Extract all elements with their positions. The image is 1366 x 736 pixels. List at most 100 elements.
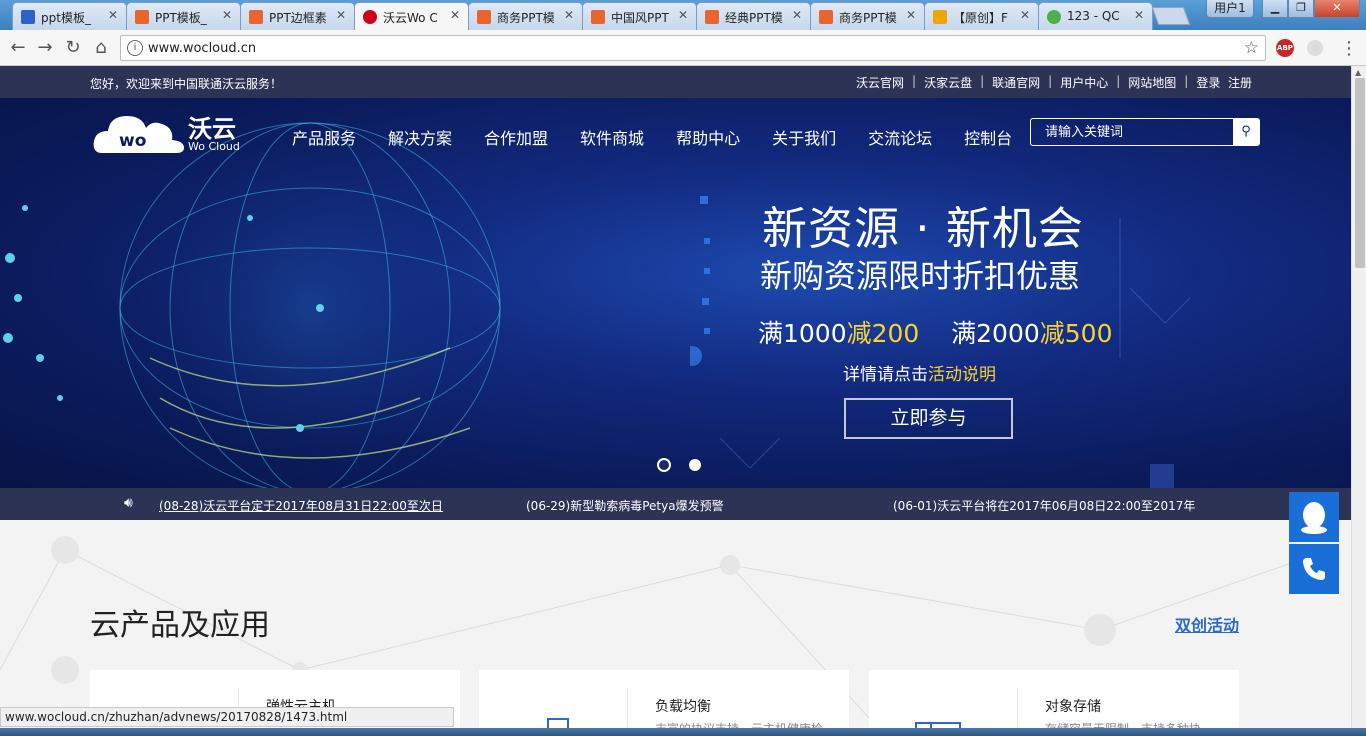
address-url[interactable]: www.wocloud.cn — [148, 41, 256, 56]
tab-title: 沃云Wo C — [383, 11, 438, 25]
news-item[interactable]: (06-01)沃云平台将在2017年06月08日22:00至2017年 — [893, 497, 1195, 514]
browser-tab[interactable]: 123 - QC ✕ — [1038, 2, 1153, 30]
maximize-button[interactable]: ❐ — [1288, 0, 1314, 18]
nav-item-products[interactable]: 产品服务 — [292, 125, 356, 149]
tab-favicon-icon — [363, 10, 377, 24]
tab-close-icon[interactable]: ✕ — [222, 8, 232, 22]
browser-tab-active[interactable]: 沃云Wo C ✕ — [354, 2, 469, 30]
news-item[interactable]: (06-29)新型勒索病毒Petya爆发预警 — [526, 497, 724, 514]
tab-favicon-icon — [933, 10, 947, 24]
browser-tab[interactable]: 经典PPT模 ✕ — [696, 2, 811, 30]
tab-title: PPT边框素 — [269, 11, 327, 25]
link-separator: | — [1184, 74, 1189, 88]
banner-offers: 满1000减200 满2000减500 — [758, 314, 1112, 350]
banner-detail: 详情请点击活动说明 — [843, 360, 996, 385]
browser-tab[interactable]: 商务PPT模 ✕ — [810, 2, 925, 30]
top-link-login[interactable]: 登录 — [1196, 74, 1220, 91]
logo-en-text: Wo Cloud — [188, 140, 240, 153]
tab-title: 商务PPT模 — [497, 11, 555, 25]
top-link-register[interactable]: 注册 — [1228, 74, 1252, 91]
phone-icon — [1303, 558, 1325, 580]
tab-title: 商务PPT模 — [839, 11, 897, 25]
nav-item-solutions[interactable]: 解决方案 — [388, 125, 452, 149]
browser-tab[interactable]: 商务PPT模 ✕ — [468, 2, 583, 30]
phone-button[interactable] — [1289, 544, 1339, 594]
top-link-user-center[interactable]: 用户中心 — [1060, 74, 1108, 91]
tab-title: 经典PPT模 — [725, 11, 783, 25]
extension-icon[interactable] — [1307, 40, 1323, 56]
tab-favicon-icon — [705, 10, 719, 24]
page-scrollbar[interactable]: ▲ — [1351, 66, 1366, 736]
tab-close-icon[interactable]: ✕ — [906, 8, 916, 22]
nav-item-partners[interactable]: 合作加盟 — [484, 125, 548, 149]
activity-link[interactable]: 活动说明 — [928, 365, 996, 385]
logo-cn-text: 沃云 — [188, 115, 236, 143]
tab-close-icon[interactable]: ✕ — [108, 8, 118, 22]
tab-title: 123 - QC — [1067, 9, 1120, 23]
browser-tab-strip: ppt模板_ ✕ PPT模板_ ✕ PPT边框素 ✕ 沃云Wo C ✕ 商务PPT模 ✕ … — [0, 0, 1366, 30]
adblock-extension-icon[interactable]: ABP — [1276, 39, 1294, 57]
tab-title: PPT模板_ — [155, 11, 207, 25]
qq-chat-button[interactable] — [1289, 492, 1339, 542]
browser-tab[interactable]: 中国风PPT ✕ — [582, 2, 697, 30]
top-link-wojia[interactable]: 沃家云盘 — [924, 74, 972, 91]
tab-close-icon[interactable]: ✕ — [1134, 8, 1144, 22]
speaker-icon: 🔊︎ — [124, 495, 133, 511]
carousel-dot-active[interactable] — [657, 458, 671, 472]
tab-close-icon[interactable]: ✕ — [792, 8, 802, 22]
browser-tab[interactable]: 【原创】F ✕ — [924, 2, 1039, 30]
new-tab-button[interactable] — [1151, 7, 1191, 25]
browser-tab[interactable]: ppt模板_ ✕ — [12, 2, 127, 30]
browser-tab[interactable]: PPT边框素 ✕ — [240, 2, 355, 30]
wocloud-logo[interactable]: wo 沃云 Wo Cloud — [92, 108, 252, 158]
browser-tab[interactable]: PPT模板_ ✕ — [126, 2, 241, 30]
forward-arrow-icon[interactable]: → — [35, 38, 55, 58]
profile-button[interactable]: 用户1 — [1206, 0, 1254, 18]
browser-toolbar: ← → ↻ ⌂ i www.wocloud.cn ☆ ABP ⋮ — [0, 30, 1366, 66]
tab-close-icon[interactable]: ✕ — [450, 8, 460, 22]
bookmark-star-icon[interactable]: ☆ — [1244, 38, 1259, 58]
top-link-unicom[interactable]: 联通官网 — [992, 74, 1040, 91]
info-icon[interactable]: i — [127, 40, 143, 56]
home-icon[interactable]: ⌂ — [91, 38, 111, 58]
search-icon[interactable]: ⚲ — [1233, 119, 1259, 145]
product-card[interactable]: 对象存储 存储容量无限制，支持多种协 — [869, 670, 1239, 736]
cloud-logo-icon: wo — [93, 116, 184, 153]
site-top-strip: 您好，欢迎来到中国联通沃云服务！ 沃云官网 | 沃家云盘 | 联通官网 | 用户中心 |… — [0, 66, 1351, 98]
tab-favicon-icon — [1047, 10, 1061, 24]
banner-headline: 新资源 · 新机会 — [762, 202, 1084, 255]
tab-favicon-icon — [21, 10, 35, 24]
innovation-activity-link[interactable]: 双创活动 — [1175, 612, 1239, 636]
scroll-up-arrow-icon[interactable]: ▲ — [1355, 68, 1361, 77]
section-title: 云产品及应用 — [90, 608, 270, 643]
tab-close-icon[interactable]: ✕ — [1020, 8, 1030, 22]
offer1-prefix: 满1000 — [758, 319, 847, 348]
hero-banner[interactable]: wo 沃云 Wo Cloud 产品服务 解决方案 合作加盟 软件商城 帮助中心 … — [0, 98, 1351, 488]
tab-favicon-icon — [477, 10, 491, 24]
address-bar[interactable]: i www.wocloud.cn ☆ — [120, 35, 1266, 61]
link-separator: | — [912, 74, 917, 88]
minimize-button[interactable]: ▁ — [1262, 0, 1288, 18]
back-arrow-icon[interactable]: ← — [8, 38, 28, 58]
offer2-discount: 减500 — [1039, 319, 1113, 348]
tab-close-icon[interactable]: ✕ — [678, 8, 688, 22]
top-link-wocloud[interactable]: 沃云官网 — [856, 74, 904, 91]
link-separator: | — [1116, 74, 1121, 88]
banner-subline: 新购资源限时折扣优惠 — [760, 257, 1081, 295]
top-link-sitemap[interactable]: 网站地图 — [1128, 74, 1176, 91]
news-item[interactable]: (08-28)沃云平台定于2017年08月31日22:00至次日 — [159, 497, 443, 514]
browser-menu-icon[interactable]: ⋮ — [1340, 38, 1358, 59]
carousel-dot[interactable] — [689, 459, 701, 471]
scroll-thumb[interactable] — [1355, 78, 1365, 268]
tab-title: 【原创】F — [953, 11, 1008, 25]
reload-icon[interactable]: ↻ — [63, 38, 83, 58]
tab-close-icon[interactable]: ✕ — [336, 8, 346, 22]
link-separator: | — [980, 74, 985, 88]
join-now-button[interactable]: 立即参与 — [844, 398, 1013, 439]
close-window-button[interactable]: ✕ — [1314, 0, 1360, 18]
nav-item-software-store[interactable]: 软件商城 — [580, 125, 644, 149]
qq-penguin-icon — [1301, 502, 1327, 534]
tab-close-icon[interactable]: ✕ — [564, 8, 574, 22]
product-card[interactable]: 负载均衡 丰富的协议支持，云主机健康检 — [479, 670, 849, 736]
tab-favicon-icon — [819, 10, 833, 24]
